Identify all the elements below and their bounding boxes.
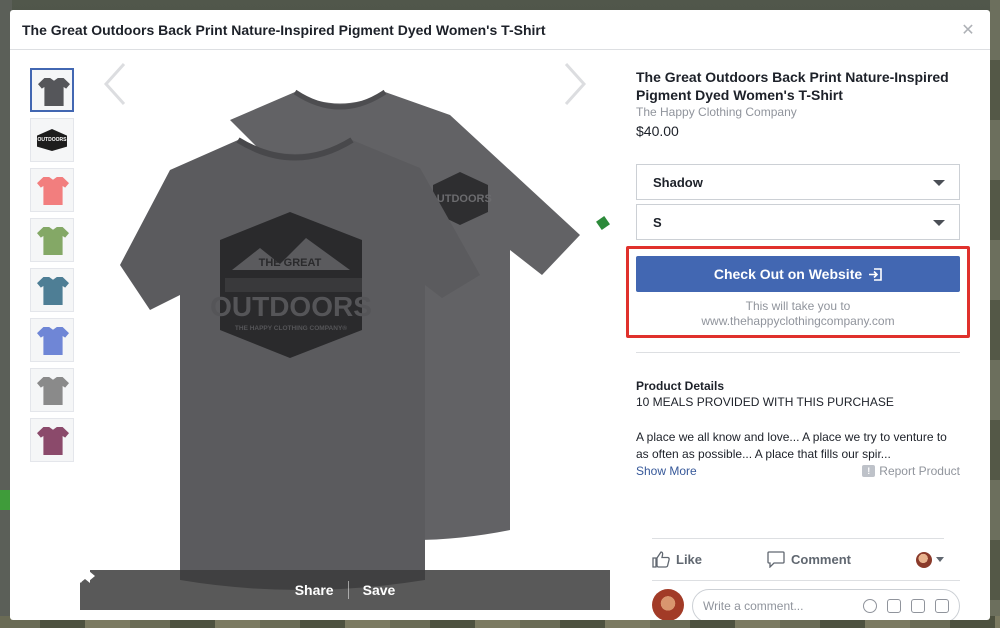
- thumbnail-item[interactable]: OUTDOORS: [30, 118, 74, 162]
- checkout-note-line1: This will take you to: [745, 299, 851, 313]
- product-info-panel: The Great Outdoors Back Print Nature-Ins…: [626, 68, 970, 620]
- modal-title: The Great Outdoors Back Print Nature-Ins…: [22, 21, 546, 38]
- reaction-identity-selector[interactable]: [916, 551, 944, 568]
- product-details: Product Details 10 MEALS PROVIDED WITH T…: [636, 379, 960, 478]
- badge-top-text: THE GREAT: [259, 257, 322, 269]
- thumbnail-item[interactable]: [30, 168, 74, 212]
- thumbnail-shirt: [37, 227, 69, 255]
- comment-placeholder: Write a comment...: [703, 599, 804, 613]
- gif-icon[interactable]: [911, 599, 925, 613]
- caret-down-icon: [936, 557, 944, 562]
- product-image: OUTDOORS THE GREAT OUTDOORS THE HAPPY CL…: [80, 60, 610, 610]
- save-label: Save: [362, 582, 396, 598]
- share-button[interactable]: Share: [81, 571, 348, 598]
- show-more-link[interactable]: Show More: [636, 464, 697, 478]
- comment-button[interactable]: Comment: [767, 551, 851, 568]
- product-price: $40.00: [636, 123, 679, 139]
- thumbs-up-icon: [652, 551, 670, 568]
- color-select[interactable]: Shadow: [636, 164, 960, 200]
- thumbnail-item[interactable]: [30, 368, 74, 412]
- color-select-value: Shadow: [653, 174, 703, 190]
- seller-name[interactable]: The Happy Clothing Company: [636, 105, 960, 119]
- badge-main-text: OUTDOORS: [210, 291, 372, 322]
- chevron-down-icon: [933, 220, 945, 226]
- report-label: Report Product: [879, 464, 960, 478]
- thumbnail-shirt: [37, 177, 69, 205]
- thumbnail-shirt: [37, 427, 69, 455]
- tshirt-illustration: OUTDOORS THE GREAT OUTDOORS THE HAPPY CL…: [120, 89, 610, 590]
- like-label: Like: [676, 552, 703, 567]
- checkout-note-url: www.thehappyclothingcompany.com: [701, 314, 895, 328]
- thumbnail-shirt: [38, 78, 70, 106]
- close-icon[interactable]: ✕: [958, 20, 978, 40]
- save-button[interactable]: Save: [80, 570, 410, 598]
- details-heading: Product Details: [636, 379, 725, 393]
- product-description: A place we all know and love... A place …: [636, 430, 947, 461]
- photo-action-bar: Share Save: [80, 570, 610, 610]
- comment-label: Comment: [791, 552, 851, 567]
- speech-bubble-icon: [767, 551, 785, 568]
- thumbnail-shirt: [37, 327, 69, 355]
- background-right-strip: [990, 0, 1000, 628]
- avatar: [916, 551, 932, 568]
- comment-composer: Write a comment...: [652, 580, 960, 620]
- thumbnail-item[interactable]: [30, 68, 74, 112]
- external-login-icon: [869, 267, 882, 281]
- share-label: Share: [294, 582, 334, 598]
- product-modal: The Great Outdoors Back Print Nature-Ins…: [10, 10, 990, 620]
- modal-header: The Great Outdoors Back Print Nature-Ins…: [10, 10, 990, 50]
- comment-tools: [863, 599, 949, 613]
- camera-icon[interactable]: [887, 599, 901, 613]
- report-product-link[interactable]: ! Report Product: [862, 464, 960, 478]
- next-image-arrow-icon[interactable]: [560, 60, 590, 108]
- comment-input[interactable]: Write a comment...: [692, 589, 960, 620]
- thumbnail-logo-badge: OUTDOORS: [37, 129, 67, 151]
- meals-text: 10 MEALS PROVIDED WITH THIS PURCHASE: [636, 395, 894, 409]
- background-green-button: [0, 490, 10, 510]
- like-button[interactable]: Like: [652, 551, 702, 568]
- size-select[interactable]: S: [636, 204, 960, 240]
- previous-image-arrow-icon[interactable]: [100, 60, 130, 108]
- checkout-label: Check Out on Website: [713, 266, 863, 282]
- section-divider: [636, 352, 960, 353]
- bookmark-icon: [80, 570, 90, 583]
- report-flag-icon: !: [862, 465, 876, 477]
- emoji-icon[interactable]: [863, 599, 877, 613]
- product-title: The Great Outdoors Back Print Nature-Ins…: [636, 69, 949, 103]
- thumbnail-item[interactable]: [30, 318, 74, 362]
- checkout-on-website-button[interactable]: Check Out on Website: [636, 256, 960, 292]
- chevron-down-icon: [933, 180, 945, 186]
- reaction-bar: Like Comment: [652, 538, 944, 580]
- sticker-icon[interactable]: [935, 599, 949, 613]
- size-select-value: S: [653, 214, 662, 230]
- thumbnail-item[interactable]: [30, 268, 74, 312]
- avatar: [652, 589, 684, 620]
- thumbnail-item[interactable]: [30, 218, 74, 262]
- thumbnail-shirt: [37, 277, 69, 305]
- thumbnail-item[interactable]: [30, 418, 74, 462]
- thumbnail-shirt: [37, 377, 69, 405]
- badge-sub-text: THE HAPPY CLOTHING COMPANY®: [235, 324, 347, 332]
- thumbnail-list: OUTDOORS: [30, 68, 76, 468]
- checkout-note: This will take you to www.thehappyclothi…: [636, 299, 960, 329]
